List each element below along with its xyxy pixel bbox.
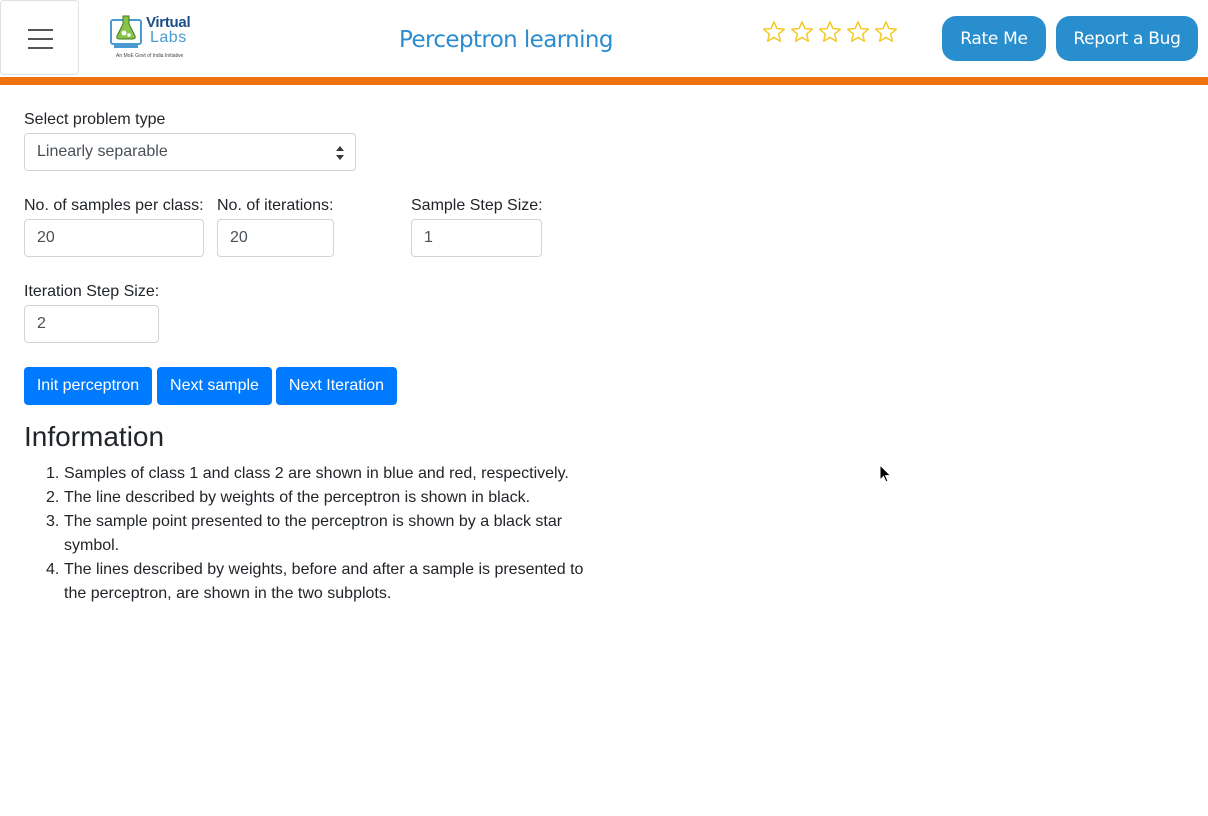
select-arrows-icon: [336, 146, 344, 160]
list-item: 1. Samples of class 1 and class 2 are sh…: [24, 462, 594, 486]
logo-text-labs: Labs: [150, 29, 187, 46]
star-icon[interactable]: [762, 20, 786, 44]
samples-per-class-label: No. of samples per class:: [24, 197, 204, 214]
flask-icon: [110, 15, 142, 48]
problem-type-label: Select problem type: [24, 111, 166, 128]
page-title: Perceptron learning: [399, 27, 614, 53]
star-icon[interactable]: [874, 20, 898, 44]
next-sample-button[interactable]: Next sample: [157, 367, 272, 405]
list-item: 2. The line described by weights of the …: [24, 486, 594, 510]
iteration-step-input[interactable]: 2: [24, 305, 159, 343]
star-icon[interactable]: [846, 20, 870, 44]
information-heading: Information: [24, 421, 165, 452]
iteration-step-value: 2: [37, 315, 46, 332]
iterations-input[interactable]: 20: [217, 219, 334, 257]
star-icon[interactable]: [790, 20, 814, 44]
header-divider: [0, 77, 1208, 85]
problem-type-value: Linearly separable: [37, 143, 168, 160]
list-item-number: 4.: [46, 561, 60, 578]
top-navbar: Virtual Labs An MoE Govt of India Initia…: [0, 0, 1208, 77]
menu-icon-bar: [28, 47, 53, 49]
list-item-text: Samples of class 1 and class 2 are shown…: [64, 465, 569, 482]
iterations-label: No. of iterations:: [217, 197, 334, 214]
list-item-text: The lines described by weights, before a…: [64, 561, 584, 602]
report-bug-button[interactable]: Report a Bug: [1056, 16, 1198, 61]
menu-icon: [28, 29, 53, 31]
list-item-text: The sample point presented to the percep…: [64, 513, 563, 554]
list-item-number: 3.: [46, 513, 60, 530]
list-item-number: 1.: [46, 465, 60, 482]
virtual-labs-logo[interactable]: Virtual Labs An MoE Govt of India Initia…: [110, 12, 202, 64]
logo-tagline: An MoE Govt of India Initiative: [116, 53, 184, 59]
list-item-text: The line described by weights of the per…: [64, 489, 531, 506]
star-rating: [762, 20, 898, 44]
list-item-number: 2.: [46, 489, 60, 506]
menu-icon-bar: [28, 38, 53, 40]
next-iteration-button[interactable]: Next Iteration: [276, 367, 397, 405]
rate-me-button[interactable]: Rate Me: [942, 16, 1046, 61]
sample-step-label: Sample Step Size:: [411, 197, 543, 214]
iteration-step-label: Iteration Step Size:: [24, 283, 160, 300]
problem-type-select[interactable]: Linearly separable: [24, 133, 356, 171]
samples-per-class-value: 20: [37, 229, 55, 246]
information-list: 1. Samples of class 1 and class 2 are sh…: [24, 462, 594, 606]
samples-per-class-input[interactable]: 20: [24, 219, 204, 257]
iterations-value: 20: [230, 229, 248, 246]
list-item: 3. The sample point presented to the per…: [24, 510, 594, 558]
list-item: 4. The lines described by weights, befor…: [24, 558, 594, 606]
mouse-cursor-icon: [879, 464, 892, 483]
star-icon[interactable]: [818, 20, 842, 44]
hamburger-menu-button[interactable]: [0, 0, 79, 75]
sample-step-value: 1: [424, 229, 433, 246]
sample-step-input[interactable]: 1: [411, 219, 542, 257]
init-perceptron-button[interactable]: Init perceptron: [24, 367, 152, 405]
